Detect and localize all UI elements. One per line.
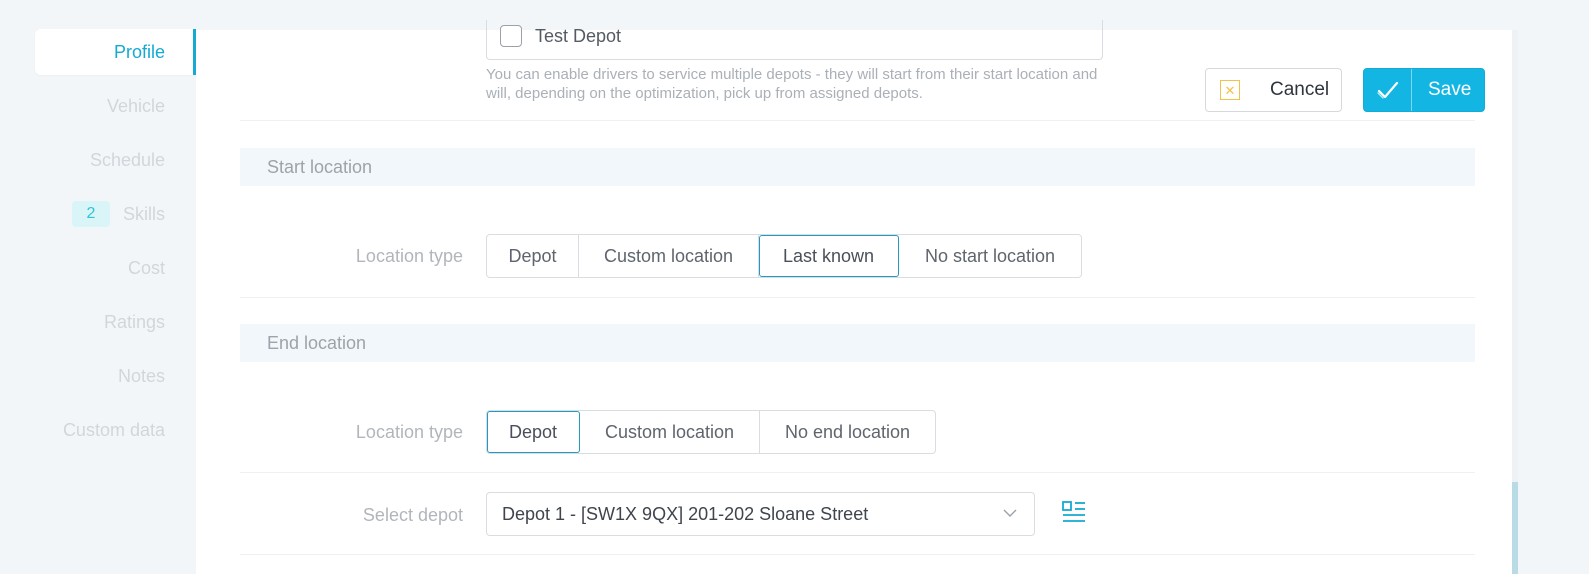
end-depot-select[interactable]: Depot 1 - [SW1X 9QX] 201-202 Sloane Stre…	[486, 492, 1035, 536]
start-option-custom-location[interactable]: Custom location	[579, 235, 759, 277]
divider	[240, 120, 1475, 121]
sidebar-item-label: Ratings	[103, 311, 165, 332]
end-location-header: End location	[240, 324, 1475, 362]
sidebar-item-label: Vehicle	[106, 95, 165, 116]
start-location-type-selector: Depot Custom location Last known No star…	[486, 234, 1082, 278]
section-title: End location	[267, 332, 367, 353]
save-button[interactable]: Save	[1363, 68, 1485, 112]
sidebar-item-label: Notes	[117, 365, 165, 386]
save-button-label: Save	[1428, 79, 1472, 100]
divider	[240, 554, 1475, 555]
sidebar-item-notes[interactable]: Notes	[35, 353, 196, 399]
end-option-depot[interactable]: Depot	[487, 411, 580, 453]
sidebar-item-ratings[interactable]: Ratings	[35, 299, 196, 345]
start-location-type-label: Location type	[355, 246, 463, 266]
end-depot-select-value: Depot 1 - [SW1X 9QX] 201-202 Sloane Stre…	[502, 503, 869, 524]
end-location-type-label: Location type	[355, 422, 463, 442]
scrollbar-thumb[interactable]	[1512, 482, 1518, 574]
sidebar-item-schedule[interactable]: Schedule	[35, 137, 196, 183]
sidebar-item-label: Schedule	[89, 149, 165, 170]
section-title: Start location	[267, 156, 373, 177]
x-square-icon: ✕	[1220, 80, 1240, 100]
test-depot-checkbox-label[interactable]: Test Depot	[535, 26, 621, 47]
sidebar-item-label: Cost	[127, 257, 165, 278]
end-option-custom-location[interactable]: Custom location	[580, 411, 760, 453]
chevron-down-icon	[1003, 509, 1017, 517]
sidebar-item-label: Custom data	[62, 419, 165, 440]
divider	[240, 297, 1475, 298]
list-details-icon[interactable]	[1061, 499, 1087, 525]
cancel-icon-cell: ✕	[1206, 69, 1254, 111]
skills-count-badge: 2	[71, 201, 110, 227]
checkmark-icon	[1376, 81, 1398, 99]
start-option-depot[interactable]: Depot	[487, 235, 579, 277]
cancel-button[interactable]: ✕ Cancel	[1205, 68, 1342, 112]
settings-sidebar: Profile Vehicle Schedule 2 Skills Cost R…	[0, 0, 196, 574]
start-location-header: Start location	[240, 148, 1475, 186]
select-depot-label: Select depot	[362, 505, 463, 525]
sidebar-item-cost[interactable]: Cost	[35, 245, 196, 291]
sidebar-item-vehicle[interactable]: Vehicle	[35, 83, 196, 129]
save-icon-cell	[1364, 69, 1412, 111]
end-location-type-selector: Depot Custom location No end location	[486, 410, 936, 454]
cancel-button-label: Cancel	[1270, 79, 1330, 100]
start-option-last-known[interactable]: Last known	[759, 235, 899, 277]
sidebar-item-label: Profile	[113, 41, 165, 62]
sidebar-item-label: Skills	[122, 203, 165, 224]
depots-helper-text: You can enable drivers to service multip…	[486, 66, 1098, 102]
end-option-no-end-location[interactable]: No end location	[760, 411, 935, 453]
sidebar-item-custom-data[interactable]: Custom data	[35, 407, 196, 453]
sidebar-item-profile[interactable]: Profile	[35, 29, 196, 75]
divider	[240, 472, 1475, 473]
test-depot-checkbox[interactable]	[500, 25, 522, 47]
start-option-no-start-location[interactable]: No start location	[899, 235, 1081, 277]
sidebar-item-skills[interactable]: 2 Skills	[35, 191, 196, 237]
